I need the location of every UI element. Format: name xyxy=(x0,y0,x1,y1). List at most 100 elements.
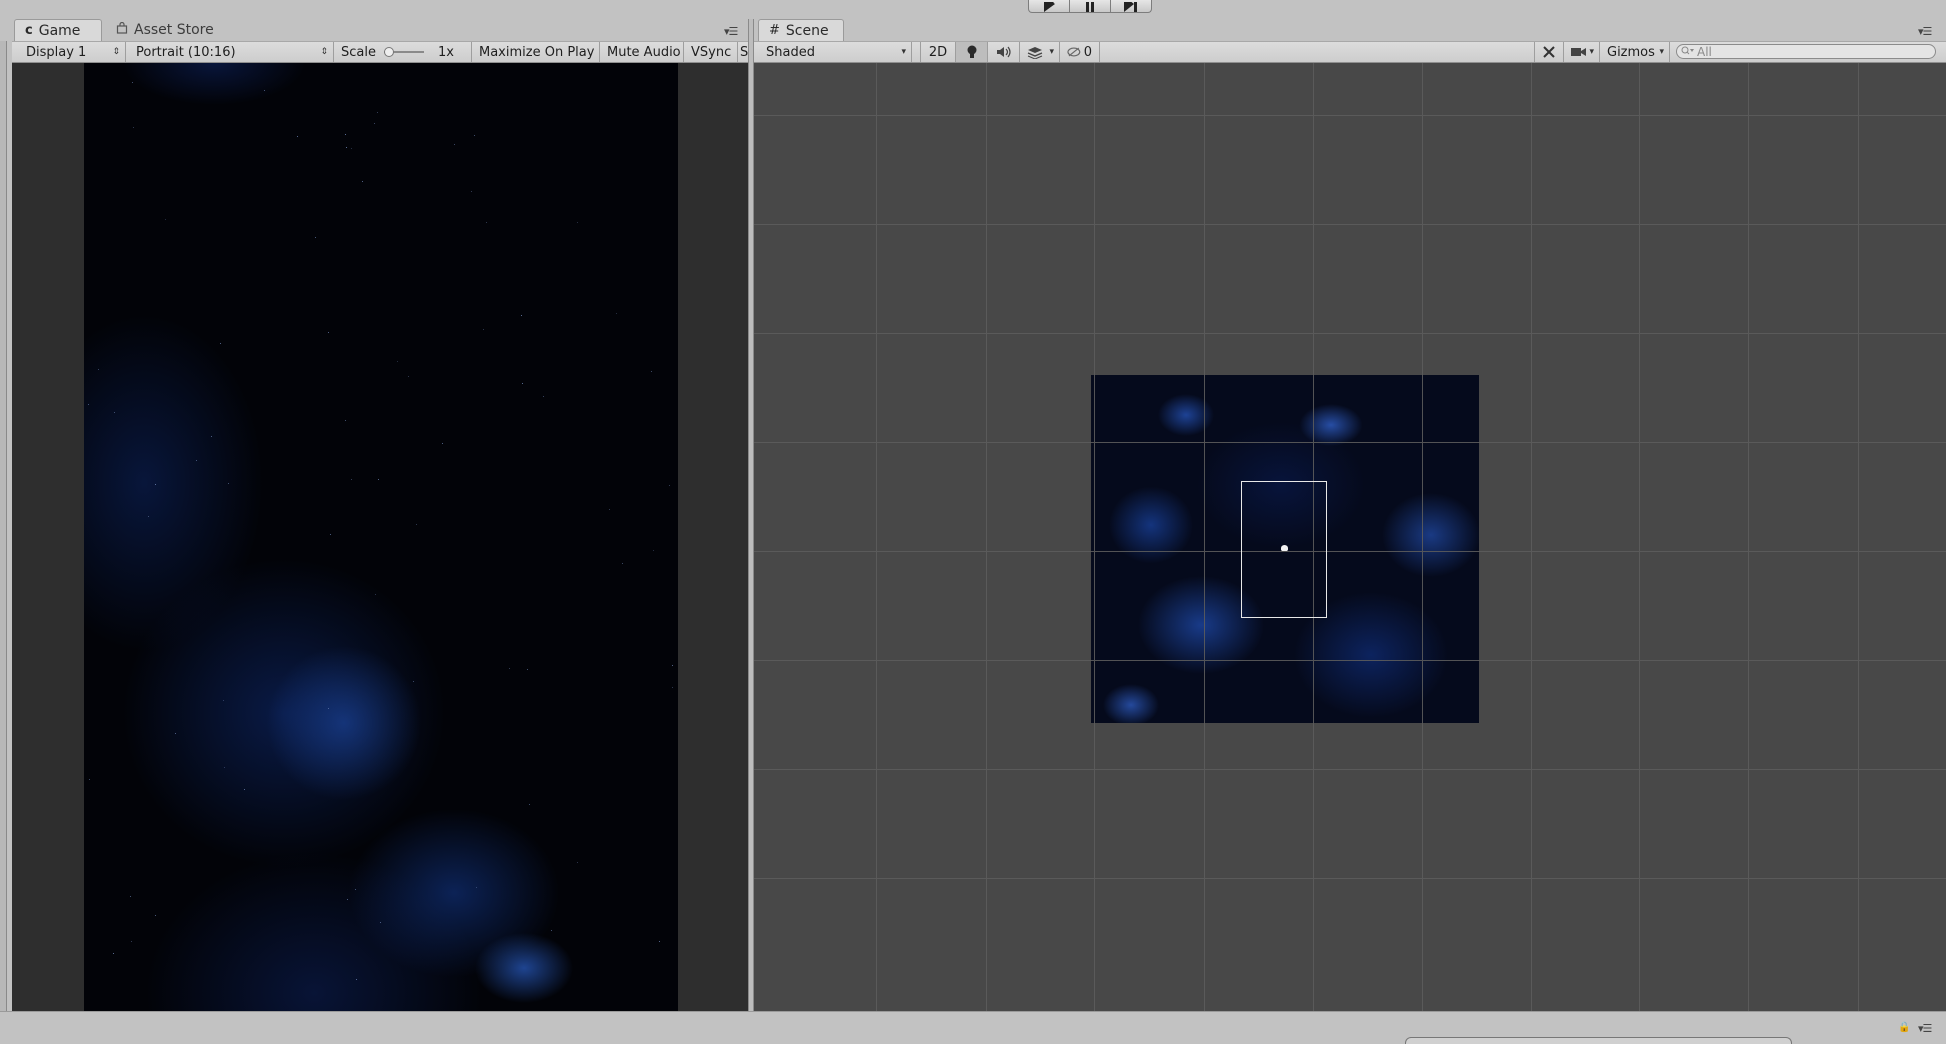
dropdown-arrow-icon: ▾ xyxy=(901,47,906,57)
display-dropdown-label: Display 1 xyxy=(26,44,87,60)
gizmos-label: Gizmos xyxy=(1607,44,1655,60)
star-particle xyxy=(347,899,348,900)
star-particle xyxy=(223,700,224,701)
speaker-icon xyxy=(996,46,1011,58)
star-particle xyxy=(653,550,654,551)
step-icon xyxy=(1124,2,1137,12)
star-particle xyxy=(543,396,544,397)
vsync-toggle[interactable]: VSync xyxy=(684,42,738,62)
game-toolbar: Display 1 ⇕ Portrait (10:16) ⇕ Scale 1x … xyxy=(12,41,748,63)
star-particle xyxy=(345,420,346,421)
aspect-dropdown[interactable]: Portrait (10:16) ⇕ xyxy=(126,42,334,62)
star-particle xyxy=(486,222,487,223)
player-ship-sprite[interactable] xyxy=(1281,545,1288,551)
scale-slider[interactable] xyxy=(383,47,424,57)
status-menu-icon[interactable]: ▾☰ xyxy=(1918,1022,1932,1035)
star-particle xyxy=(622,563,623,564)
star-particle xyxy=(356,979,357,980)
star-particle xyxy=(351,148,352,149)
star-particle xyxy=(375,594,376,595)
star-particle xyxy=(551,930,552,931)
scale-slider-thumb[interactable] xyxy=(383,47,394,57)
star-particle xyxy=(377,112,378,113)
display-dropdown[interactable]: Display 1 ⇕ xyxy=(12,42,126,62)
lock-icon[interactable]: 🔒 xyxy=(1898,1022,1910,1033)
star-particle xyxy=(328,708,329,709)
dropdown-arrow-icon: ▾ xyxy=(1589,47,1594,57)
star-particle xyxy=(471,191,472,192)
effects-dropdown[interactable]: ▾ xyxy=(1020,42,1060,62)
mute-audio-label: Mute Audio xyxy=(607,44,681,60)
step-button[interactable] xyxy=(1111,0,1152,13)
status-bar: 🔒 ▾☰ xyxy=(0,1011,1946,1044)
star-particle xyxy=(148,516,149,517)
camera-dropdown[interactable]: ▾ xyxy=(1564,42,1600,62)
lighting-toggle[interactable] xyxy=(956,42,988,62)
scene-search-input[interactable]: All xyxy=(1676,44,1936,59)
star-particle xyxy=(397,361,398,362)
shading-mode-dropdown[interactable]: Shaded ▾ xyxy=(754,42,912,62)
star-particle xyxy=(211,436,212,437)
tools-button[interactable] xyxy=(1534,42,1564,62)
play-icon xyxy=(1044,2,1055,12)
updown-arrow-icon: ⇕ xyxy=(320,47,328,57)
mute-audio-toggle[interactable]: Mute Audio xyxy=(600,42,684,62)
star-particle xyxy=(529,804,530,805)
star-particle xyxy=(165,219,166,220)
star-particle xyxy=(346,147,347,148)
dropdown-arrow-icon: ▾ xyxy=(1659,47,1664,57)
pause-button[interactable] xyxy=(1070,0,1111,13)
star-particle xyxy=(474,135,475,136)
scene-panel-menu-icon[interactable]: ▾☰ xyxy=(1918,25,1932,38)
star-particle xyxy=(88,404,89,405)
hidden-objects-toggle[interactable]: 0 xyxy=(1060,42,1100,62)
search-icon xyxy=(1681,45,1695,59)
maximize-on-play-label: Maximize On Play xyxy=(479,44,595,60)
game-controller-icon: c xyxy=(25,23,33,38)
audio-toggle[interactable] xyxy=(988,42,1020,62)
star-particle xyxy=(408,376,409,377)
lightbulb-icon xyxy=(967,45,976,58)
game-panel-menu-icon[interactable]: ▾☰ xyxy=(724,25,738,38)
shading-mode-label: Shaded xyxy=(766,44,815,60)
star-particle xyxy=(616,313,617,314)
layers-effects-icon xyxy=(1027,46,1043,59)
star-particle xyxy=(130,896,131,897)
maximize-on-play-toggle[interactable]: Maximize On Play xyxy=(472,42,600,62)
scale-value: 1x xyxy=(437,44,454,60)
vsync-label: VSync xyxy=(691,44,732,60)
star-particle xyxy=(196,460,197,461)
star-particle xyxy=(89,779,90,780)
tab-scene[interactable]: # Scene xyxy=(758,19,844,41)
star-particle xyxy=(442,443,443,444)
shopping-bag-icon xyxy=(116,21,128,38)
star-particle xyxy=(521,315,522,316)
star-particle xyxy=(133,127,134,128)
star-particle xyxy=(155,484,156,485)
star-particle xyxy=(98,369,99,370)
play-button[interactable] xyxy=(1028,0,1070,13)
mode-2d-toggle[interactable]: 2D xyxy=(920,42,956,62)
tab-game[interactable]: c Game xyxy=(14,19,102,41)
tab-asset-store[interactable]: Asset Store xyxy=(106,19,236,41)
star-particle xyxy=(355,889,356,890)
star-particle xyxy=(476,887,477,888)
star-particle xyxy=(413,681,414,682)
stats-toggle[interactable]: S xyxy=(738,42,748,62)
hidden-count: 0 xyxy=(1083,44,1092,60)
star-particle xyxy=(509,668,510,669)
mode-2d-label: 2D xyxy=(928,44,948,60)
gizmos-dropdown[interactable]: Gizmos ▾ xyxy=(1600,42,1670,62)
status-progress-track xyxy=(1405,1037,1792,1044)
play-controls xyxy=(1028,0,1152,13)
game-view-canvas[interactable] xyxy=(84,63,678,1011)
tab-scene-label: Scene xyxy=(785,22,829,39)
star-particle xyxy=(224,767,225,768)
star-particle xyxy=(244,789,245,790)
star-particle xyxy=(577,862,578,863)
tab-game-label: Game xyxy=(38,22,81,39)
star-particle xyxy=(522,383,523,384)
star-particle xyxy=(132,82,133,83)
camera-icon xyxy=(1571,48,1586,56)
